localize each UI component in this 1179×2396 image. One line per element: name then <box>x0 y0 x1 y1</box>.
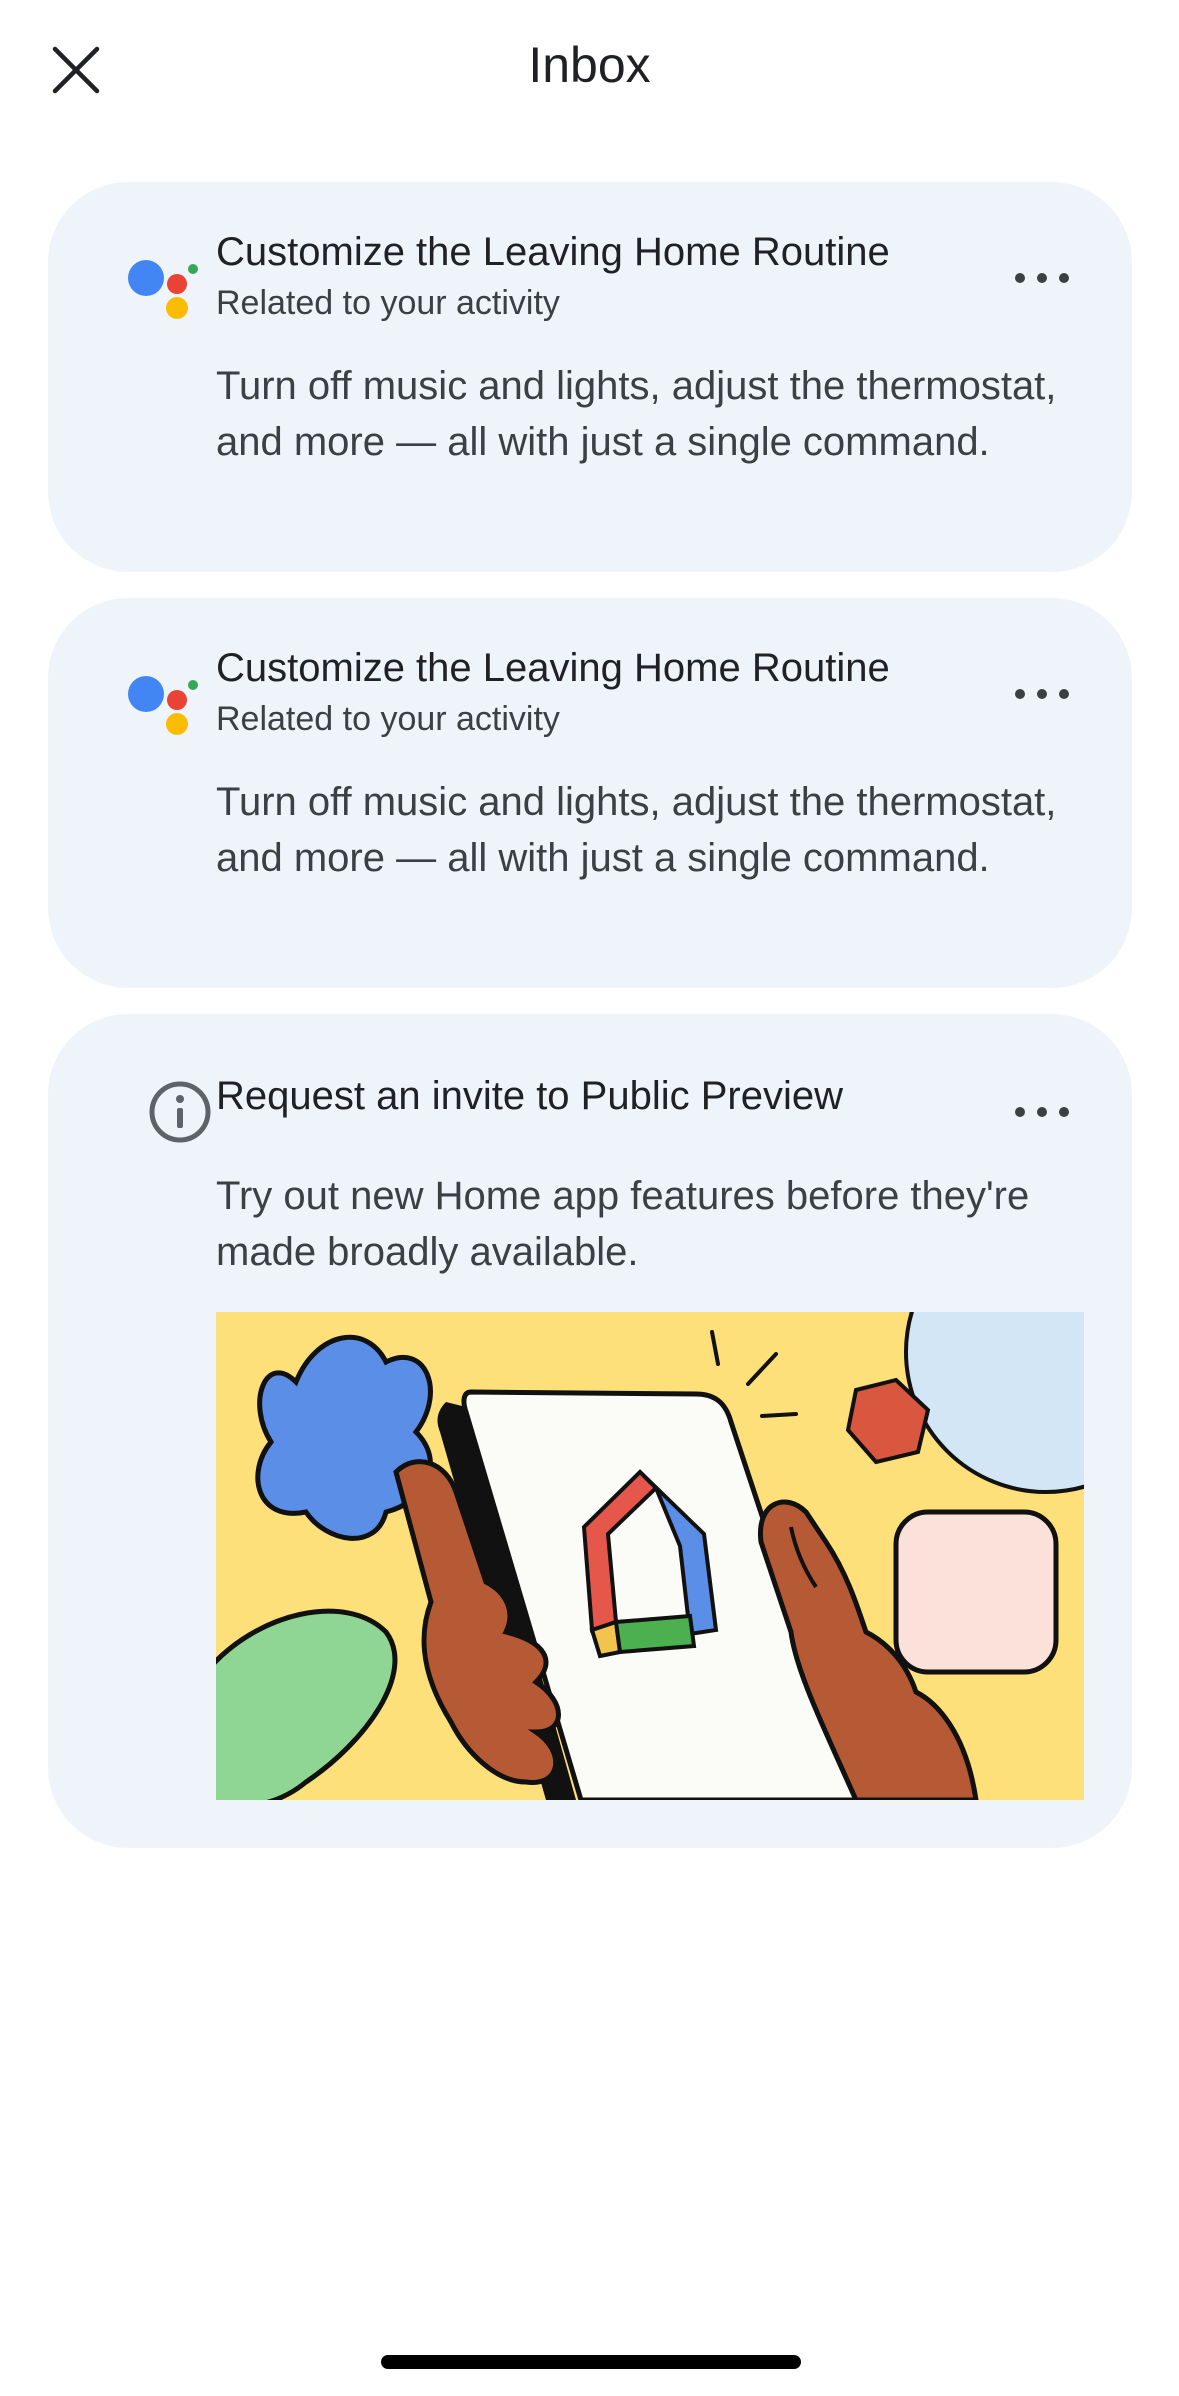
more-horizontal-icon <box>1015 1107 1069 1117</box>
card-subtitle: Related to your activity <box>216 284 560 322</box>
card-title: Customize the Leaving Home Routine <box>216 230 890 274</box>
inbox-card-routine-2[interactable]: Customize the Leaving Home Routine Relat… <box>48 598 1132 988</box>
card-body: Turn off music and lights, adjust the th… <box>216 780 1057 880</box>
more-horizontal-icon <box>1015 273 1069 283</box>
inbox-card-public-preview[interactable]: Request an invite to Public Preview Try … <box>48 1014 1132 1848</box>
card-subtitle: Related to your activity <box>216 700 560 738</box>
google-assistant-icon <box>128 676 198 735</box>
inbox-screen: Inbox Customize the Leaving Home Routine… <box>0 0 1179 2396</box>
more-options-button[interactable] <box>1002 1082 1082 1142</box>
public-preview-illustration <box>216 1312 1084 1800</box>
card-title: Request an invite to Public Preview <box>216 1074 843 1118</box>
card-body: Turn off music and lights, adjust the th… <box>216 364 1057 464</box>
more-options-button[interactable] <box>1002 248 1082 308</box>
page-title: Inbox <box>528 37 651 93</box>
card-title: Customize the Leaving Home Routine <box>216 646 890 690</box>
more-horizontal-icon <box>1015 689 1069 699</box>
home-indicator[interactable] <box>381 2355 801 2369</box>
info-icon <box>149 1081 211 1143</box>
card-body: Try out new Home app features before the… <box>216 1174 1030 1274</box>
more-options-button[interactable] <box>1002 664 1082 724</box>
google-assistant-icon <box>128 260 198 319</box>
inbox-card-routine-1[interactable]: Customize the Leaving Home Routine Relat… <box>48 182 1132 572</box>
header: Inbox <box>0 0 1179 140</box>
